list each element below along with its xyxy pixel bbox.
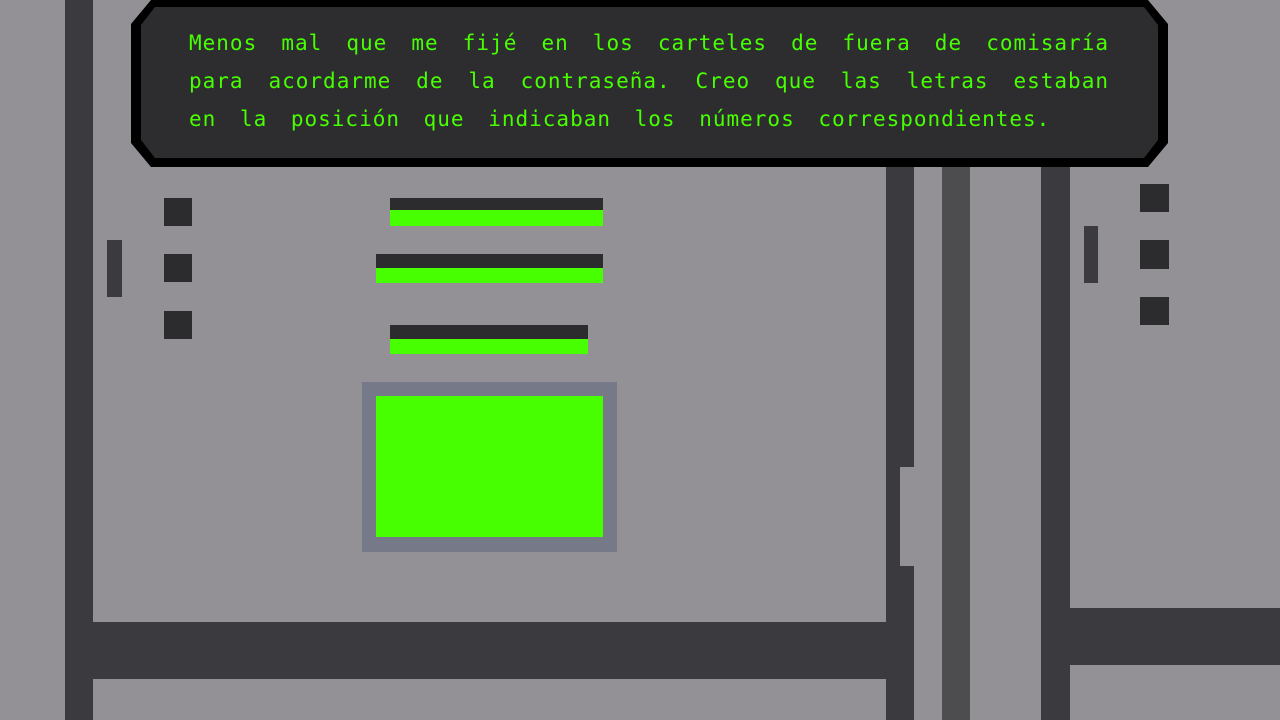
pillar-notch: [900, 467, 914, 566]
password-slot-3-bar: [390, 325, 588, 339]
right-floor-band: [1070, 608, 1280, 665]
password-slot-2-fill: [376, 268, 603, 283]
center-right-pillar: [886, 160, 914, 720]
left-wall-pillar: [65, 0, 93, 720]
password-slot-3-fill: [390, 339, 588, 354]
left-square-2: [164, 254, 192, 282]
right-handle: [1084, 226, 1098, 283]
door-frame-strip: [942, 160, 970, 720]
password-slot-1-fill: [390, 210, 603, 226]
floor-band: [65, 622, 886, 679]
left-square-1: [164, 198, 192, 226]
password-slot-3[interactable]: [390, 325, 588, 354]
dialogue-box[interactable]: Menos mal que me fijé en los carteles de…: [131, 0, 1168, 167]
dialogue-text: Menos mal que me fijé en los carteles de…: [189, 31, 1109, 131]
password-slot-2[interactable]: [376, 254, 603, 283]
password-slot-1[interactable]: [390, 198, 603, 226]
left-handle: [107, 240, 122, 297]
far-right-pillar: [1041, 160, 1070, 720]
game-scene: Menos mal que me fijé en los carteles de…: [0, 0, 1280, 720]
keypad-screen-display: [376, 396, 603, 537]
password-slot-2-bar: [376, 254, 603, 268]
keypad-screen[interactable]: [362, 382, 617, 552]
right-square-3: [1140, 297, 1169, 325]
right-square-1: [1140, 184, 1169, 212]
left-square-3: [164, 311, 192, 339]
right-square-2: [1140, 240, 1169, 269]
password-slot-1-bar: [390, 198, 603, 210]
